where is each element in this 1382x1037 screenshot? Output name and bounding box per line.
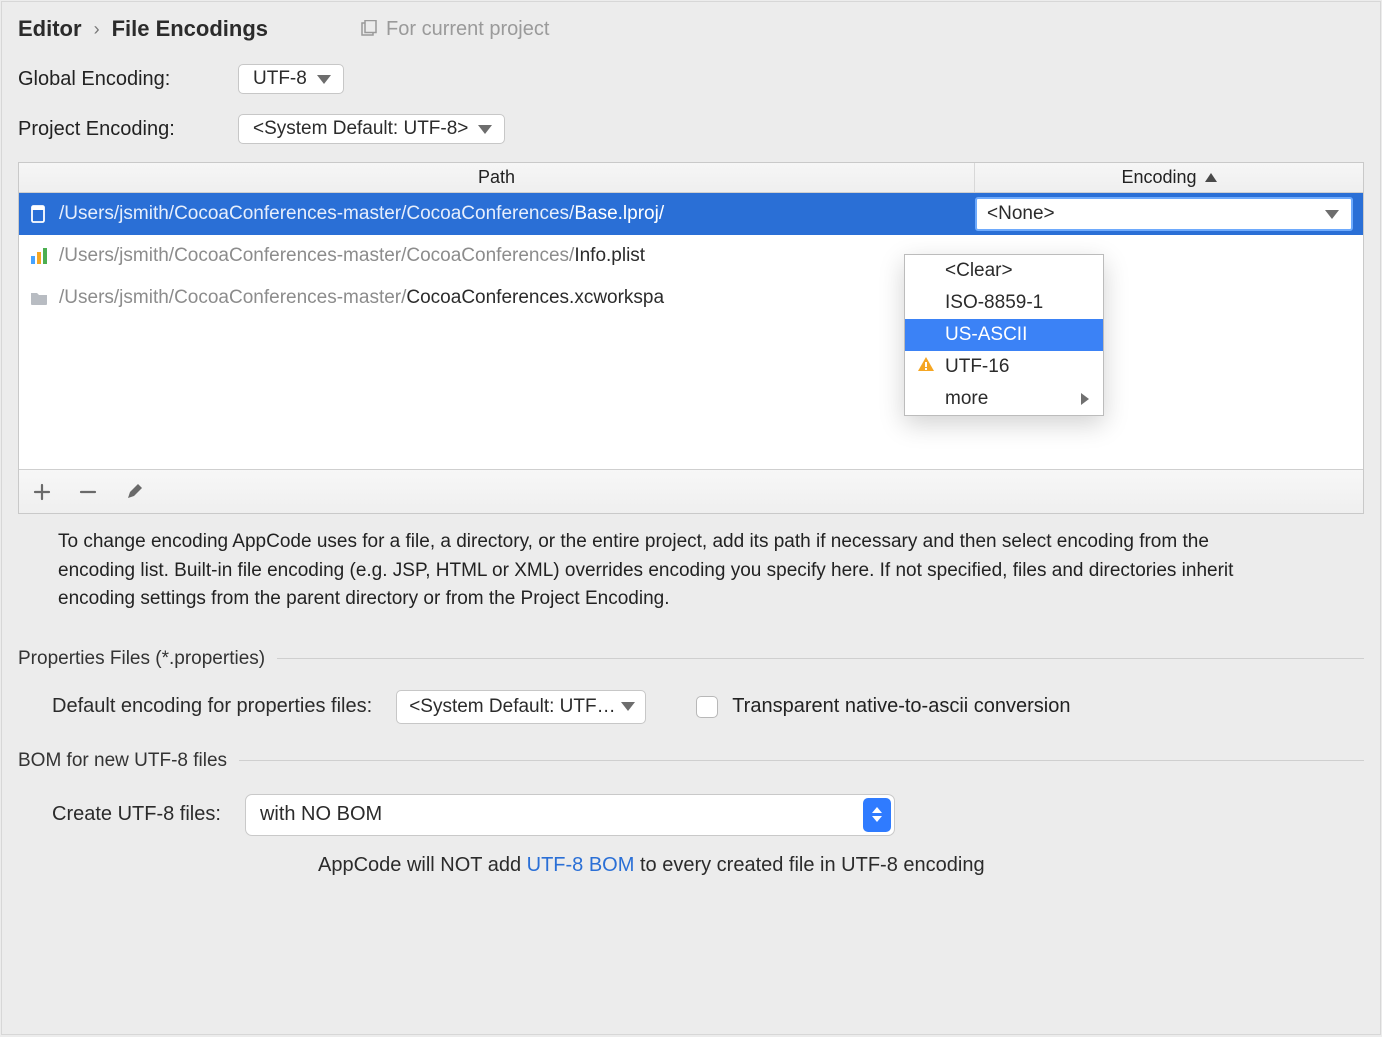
encoding-dropdown[interactable]: <None>: [975, 197, 1353, 231]
warning-icon: [917, 355, 935, 379]
table-header: Path Encoding: [19, 163, 1363, 193]
help-text: To change encoding AppCode uses for a fi…: [2, 514, 1262, 622]
column-encoding[interactable]: Encoding: [975, 163, 1363, 192]
folder-icon: [19, 288, 59, 308]
column-path[interactable]: Path: [19, 163, 975, 192]
chevron-down-icon: [317, 75, 331, 84]
add-button[interactable]: [33, 483, 51, 501]
breadcrumb-editor[interactable]: Editor: [18, 16, 82, 42]
path-cell: /Users/jsmith/CocoaConferences-master/Co…: [59, 287, 975, 309]
path-cell: /Users/jsmith/CocoaConferences-master/Co…: [59, 245, 975, 267]
properties-group-legend: Properties Files (*.properties): [18, 648, 1364, 670]
scope-hint: For current project: [360, 18, 549, 41]
edit-button[interactable]: [125, 483, 143, 501]
bom-note: AppCode will NOT add UTF-8 BOM to every …: [18, 836, 1364, 877]
encoding-option[interactable]: ISO-8859-1: [905, 287, 1103, 319]
sort-asc-icon: [1205, 173, 1217, 182]
encoding-option[interactable]: UTF-16: [905, 351, 1103, 383]
global-encoding-value: UTF-8: [253, 68, 307, 90]
encoding-option[interactable]: more: [905, 383, 1103, 415]
bom-group-legend: BOM for new UTF-8 files: [18, 750, 1364, 772]
table-row[interactable]: /Users/jsmith/CocoaConferences-master/Co…: [19, 277, 1363, 319]
breadcrumb: Editor › File Encodings For current proj…: [2, 2, 1380, 48]
project-encoding-combo[interactable]: <System Default: UTF-8>: [238, 114, 505, 144]
chevron-down-icon: [1325, 210, 1339, 219]
encoding-option[interactable]: <Clear>: [905, 255, 1103, 287]
select-stepper-icon: [863, 798, 891, 832]
utf8-bom-link[interactable]: UTF-8 BOM: [527, 854, 635, 876]
encoding-popup[interactable]: <Clear>ISO-8859-1US-ASCIIUTF-16more: [904, 254, 1104, 416]
path-cell: /Users/jsmith/CocoaConferences-master/Co…: [59, 203, 975, 225]
properties-encoding-combo[interactable]: <System Default: UTF…: [396, 690, 646, 724]
project-encoding-value: <System Default: UTF-8>: [253, 118, 468, 140]
chevron-down-icon: [478, 125, 492, 134]
project-encoding-label: Project Encoding:: [18, 118, 218, 141]
encoding-cell[interactable]: <None>: [975, 197, 1363, 231]
table-row[interactable]: /Users/jsmith/CocoaConferences-master/Co…: [19, 235, 1363, 277]
project-scope-icon: [360, 20, 378, 38]
encoding-table: Path Encoding /Users/jsmith/CocoaConfere…: [18, 162, 1364, 514]
properties-encoding-label: Default encoding for properties files:: [52, 695, 372, 718]
remove-button[interactable]: [79, 483, 97, 501]
checkbox-box: [696, 696, 718, 718]
table-toolbar: [19, 469, 1363, 513]
plist-icon: [19, 246, 59, 266]
scope-hint-text: For current project: [386, 18, 549, 41]
chevron-down-icon: [621, 702, 635, 711]
global-encoding-label: Global Encoding:: [18, 68, 218, 91]
breadcrumb-file-encodings[interactable]: File Encodings: [112, 16, 268, 42]
global-encoding-combo[interactable]: UTF-8: [238, 64, 344, 94]
chevron-right-icon: ›: [94, 19, 100, 40]
create-utf8-select[interactable]: with NO BOM: [245, 794, 895, 836]
create-utf8-label: Create UTF-8 files:: [52, 803, 221, 826]
table-row[interactable]: /Users/jsmith/CocoaConferences-master/Co…: [19, 193, 1363, 235]
transparent-conversion-checkbox[interactable]: Transparent native-to-ascii conversion: [696, 695, 1070, 718]
storyboard-icon: [19, 204, 59, 224]
encoding-option[interactable]: US-ASCII: [905, 319, 1103, 351]
